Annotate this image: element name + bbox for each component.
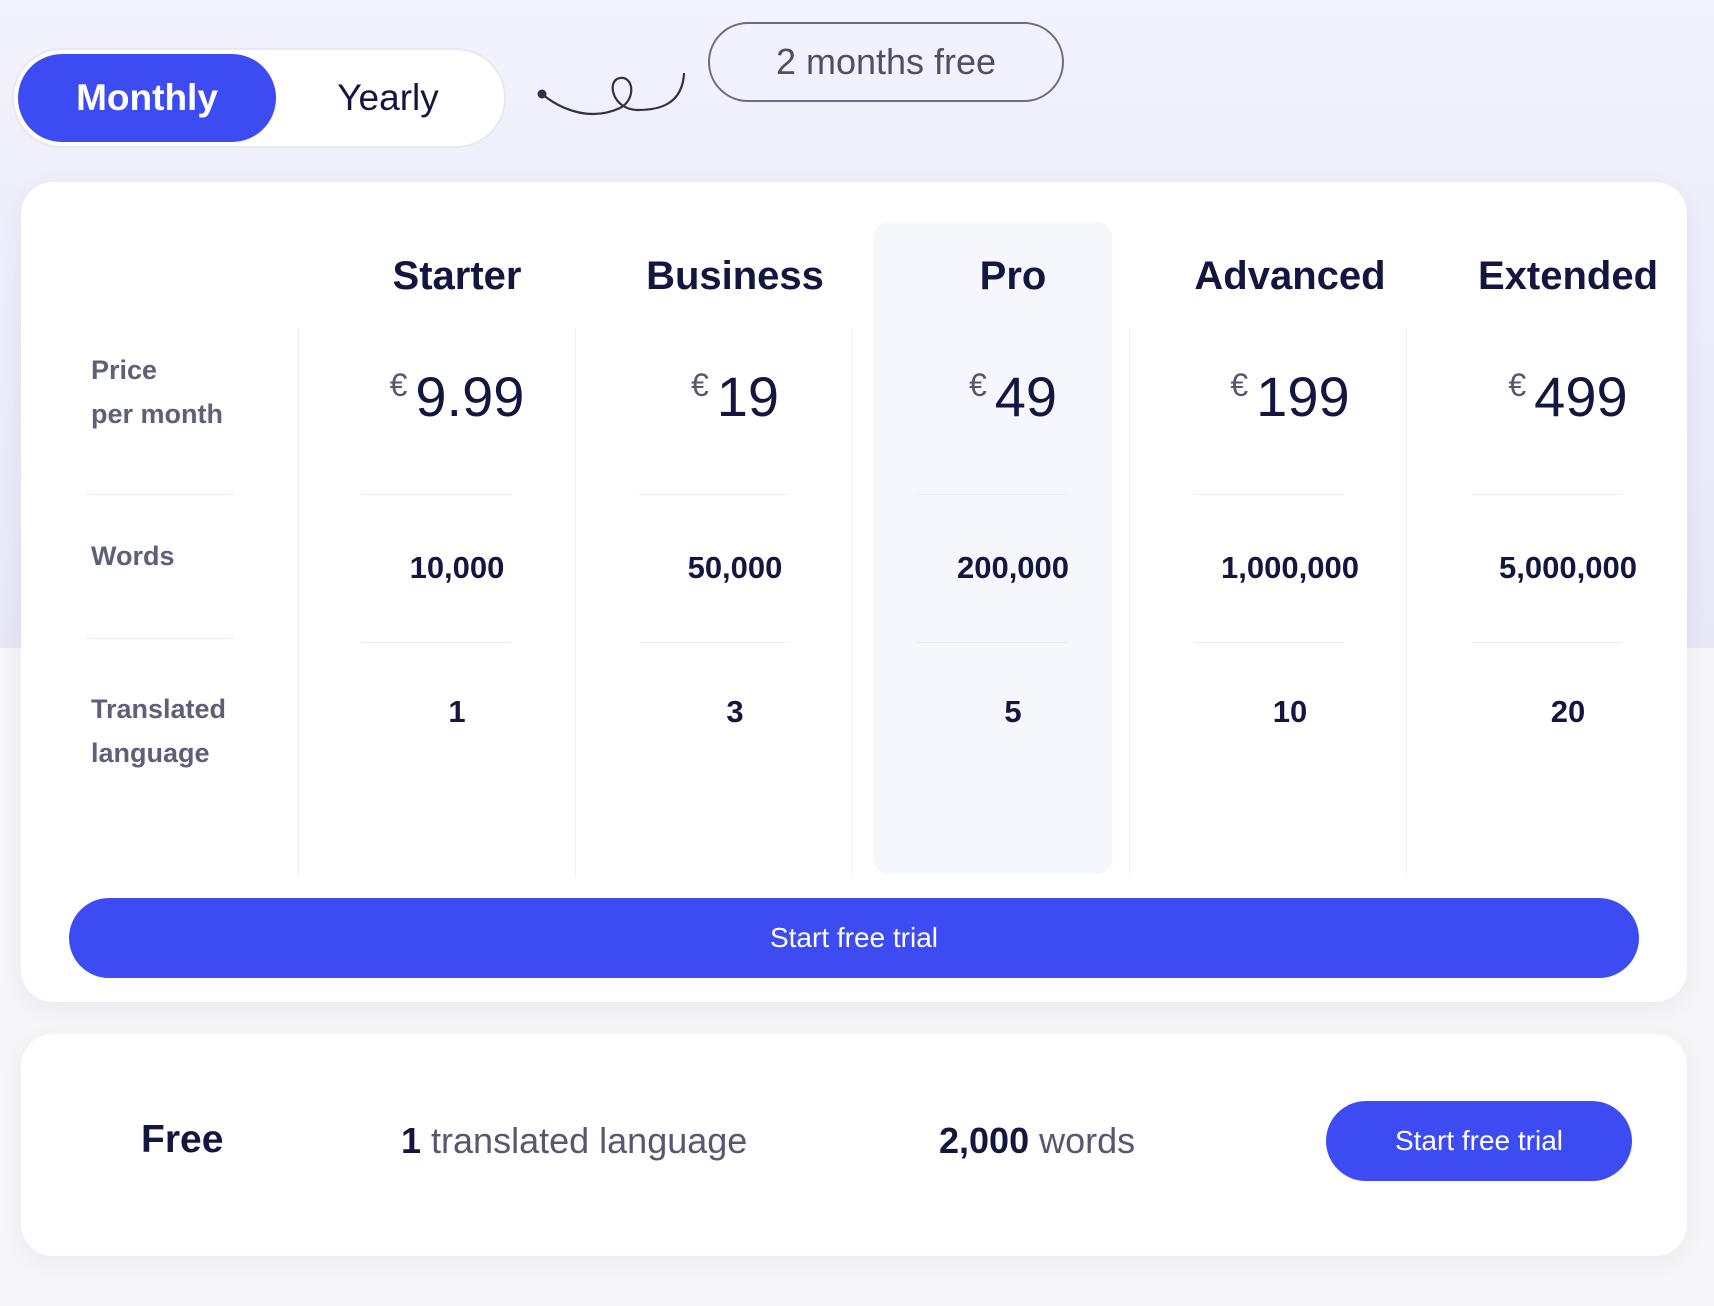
- plan-name-advanced: Advanced: [1194, 254, 1386, 298]
- row-separator: [639, 494, 789, 495]
- free-start-trial-button[interactable]: Start free trial: [1326, 1101, 1632, 1181]
- currency-symbol: €: [968, 367, 987, 403]
- free-plan-languages-text: translated language: [431, 1120, 748, 1161]
- start-free-trial-button[interactable]: Start free trial: [69, 898, 1639, 978]
- row-label-words: Words: [91, 541, 175, 571]
- languages-starter: 1: [448, 694, 466, 729]
- free-plan-card: Free 1 translated language 2,000 words S…: [21, 1034, 1687, 1256]
- plan-name-starter: Starter: [392, 254, 522, 298]
- currency-symbol: €: [1508, 367, 1527, 403]
- row-separator: [1194, 642, 1344, 643]
- row-separator: [361, 494, 511, 495]
- currency-symbol: €: [690, 367, 709, 403]
- row-label-languages-line1: Translated: [91, 694, 227, 724]
- toggle-yearly[interactable]: Yearly: [276, 54, 500, 142]
- languages-advanced: 10: [1272, 694, 1308, 729]
- words-extended: 5,000,000: [1499, 550, 1637, 585]
- row-separator: [639, 642, 789, 643]
- row-label-price-line2: per month: [91, 399, 223, 429]
- row-separator: [917, 642, 1067, 643]
- row-separator: [1194, 494, 1344, 495]
- plan-name-business: Business: [646, 254, 824, 298]
- squiggle-arrow-icon: [537, 72, 686, 116]
- row-separator: [1472, 494, 1622, 495]
- languages-extended: 20: [1550, 694, 1586, 729]
- price-pro: €49: [878, 364, 1148, 429]
- words-pro: 200,000: [956, 550, 1070, 585]
- free-plan-words-value: 2,000: [939, 1120, 1030, 1161]
- price-amount: 49: [994, 365, 1058, 428]
- words-starter: 10,000: [409, 550, 505, 585]
- row-separator: [361, 642, 511, 643]
- row-separator: [85, 638, 235, 639]
- pro-column-highlight: [874, 222, 1112, 874]
- free-plan-languages: 1 translated language: [401, 1120, 747, 1162]
- words-advanced: 1,000,000: [1221, 550, 1359, 585]
- languages-business: 3: [726, 694, 744, 729]
- price-extended: €499: [1433, 364, 1703, 429]
- plan-name-pro: Pro: [979, 254, 1047, 298]
- currency-symbol: €: [1230, 367, 1249, 403]
- row-label-price: Price per month: [91, 348, 223, 436]
- row-separator: [917, 494, 1067, 495]
- free-plan-words: 2,000 words: [939, 1120, 1135, 1162]
- price-amount: 9.99: [415, 365, 525, 428]
- plan-name-extended: Extended: [1477, 254, 1659, 298]
- pricing-table-card: Starter Business Pro Advanced Extended P…: [21, 182, 1687, 1002]
- price-advanced: €199: [1155, 364, 1425, 429]
- toggle-monthly[interactable]: Monthly: [18, 54, 276, 142]
- words-business: 50,000: [687, 550, 783, 585]
- billing-period-toggle: Monthly Yearly: [12, 48, 506, 148]
- row-label-languages-line2: language: [91, 738, 210, 768]
- price-business: €19: [600, 364, 870, 429]
- promo-badge: 2 months free: [708, 22, 1064, 102]
- price-starter: €9.99: [322, 364, 592, 429]
- price-amount: 499: [1534, 365, 1628, 428]
- column-divider: [298, 327, 299, 877]
- row-separator: [85, 494, 235, 495]
- row-label-price-line1: Price: [91, 355, 158, 385]
- free-plan-words-text: words: [1039, 1120, 1136, 1161]
- free-plan-languages-value: 1: [401, 1120, 422, 1161]
- row-label-languages: Translated language: [91, 687, 226, 775]
- price-amount: 19: [716, 365, 780, 428]
- free-plan-name: Free: [141, 1118, 224, 1161]
- languages-pro: 5: [1004, 694, 1022, 729]
- price-amount: 199: [1256, 365, 1350, 428]
- currency-symbol: €: [389, 367, 408, 403]
- row-separator: [1472, 642, 1622, 643]
